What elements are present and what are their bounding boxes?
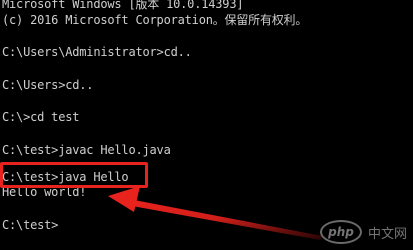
red-arrow-icon bbox=[108, 186, 322, 240]
php-cn-watermark: php 中文网 bbox=[319, 220, 407, 244]
cmd-console-window[interactable]: Microsoft Windows [版本 10.0.14393] (c) 20… bbox=[0, 0, 413, 250]
php-logo-icon: php bbox=[319, 220, 362, 244]
watermark-site-name: 中文网 bbox=[367, 226, 407, 242]
